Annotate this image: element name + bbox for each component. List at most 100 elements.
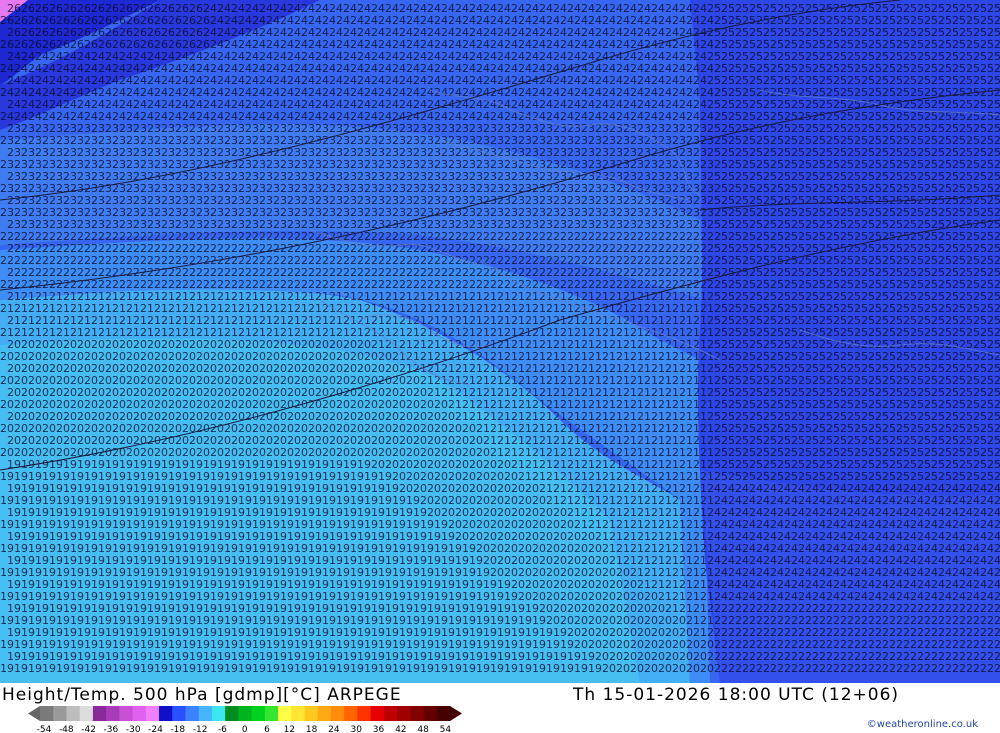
colorbar-swatch [106,706,120,721]
colorbar-swatch [410,706,424,721]
temperature-label: 19 [98,662,112,675]
colorbar-swatch [92,706,107,721]
temperature-label: 19 [532,662,546,675]
colorbar-tick-label: 24 [328,725,340,733]
colorbar-swatch [330,706,345,721]
colorbar-swatch [198,706,213,721]
colorbar-swatch [304,706,319,721]
temperature-label: 19 [462,662,476,675]
colorbar-tick-label: -54 [37,725,52,733]
colorbar-swatch [317,706,332,721]
temperature-label: 19 [70,662,84,675]
temperature-label: 19 [336,662,350,675]
temperature-label: 19 [252,662,266,675]
temperature-label: 22 [812,662,826,675]
colorbar-tick-label: 42 [395,725,406,733]
temperature-label: 19 [378,662,392,675]
temperature-label: 19 [56,662,70,675]
colorbar-swatch [291,706,305,721]
temperature-label: 19 [112,662,126,675]
colorbar-arrow-right [450,706,462,721]
temperature-label: 19 [560,662,574,675]
colorbar-swatch [185,706,200,721]
colorbar-swatch [251,706,266,721]
temperature-label: 19 [476,662,490,675]
temperature-label: 22 [896,662,910,675]
temperature-label: 22 [756,662,770,675]
weather-map: 26 26 26 26 26 26 26 26 26 26 26 26 26 26 24 24 24 24 24 24… [0,0,1000,683]
colorbar-swatch [53,706,67,721]
temperature-label: 19 [0,662,14,675]
temperature-label: 19 [154,662,168,675]
colorbar-swatch [79,706,94,721]
colorbar-tick-label: -30 [126,725,141,733]
temperature-label: 19 [238,662,252,675]
colorbar-swatch [278,706,292,721]
colorbar-tick-label: 54 [440,725,452,733]
temperature-label: 22 [742,662,756,675]
temperature-label: 19 [224,662,238,675]
temperature-label: 19 [364,662,378,675]
temperature-label: 22 [882,662,896,675]
temperature-label: 19 [546,662,560,675]
temperature-label: 19 [28,662,42,675]
colorbar-tick-label: -18 [170,725,185,733]
temperature-label: 22 [910,662,924,675]
colorbar-tick-label: 36 [373,725,385,733]
colorbar-swatch [397,706,411,721]
footer: Height/Temp. 500 hPa [gdmp][°C] ARPEGE T… [0,683,1000,733]
temperature-label: 19 [392,662,406,675]
temperature-label: 22 [770,662,784,675]
temperature-label: 22 [966,662,980,675]
temperature-labels: 26 26 26 26 26 26 26 26 26 26 26 26 26 26 24 24 24 24 24 24… [0,2,1000,675]
temperature-label: 19 [308,662,322,675]
temperature-label: 22 [994,662,1000,675]
temperature-label: 22 [938,662,952,675]
temperature-label: 22 [854,662,868,675]
color-scale-bar [28,706,462,721]
temperature-label: 19 [490,662,504,675]
colorbar-tick-label: -24 [148,725,163,733]
colorbar-swatch [238,706,253,721]
temperature-label: 20 [630,662,644,675]
temperature-label: 20 [658,662,672,675]
temperature-label: 19 [126,662,140,675]
temperature-label: 22 [784,662,798,675]
colorbar-swatch [40,706,54,721]
temperature-label: 20 [700,662,714,675]
temperature-label: 19 [294,662,308,675]
valid-time: Th 15-01-2026 18:00 UTC (12+06) [573,685,900,705]
colorbar-swatch [145,706,160,721]
temperature-label: 22 [826,662,840,675]
temperature-label: 20 [616,662,630,675]
colorbar-swatch [344,706,358,721]
temperature-label: 22 [840,662,854,675]
temperature-label: 19 [14,662,28,675]
temperature-label: 19 [588,662,602,675]
temperature-label: 19 [168,662,182,675]
credit-link[interactable]: ©weatheronline.co.uk [867,719,978,730]
colorbar-tick-label: -12 [193,725,208,733]
temperature-label: 22 [980,662,994,675]
temperature-label: 19 [420,662,434,675]
colorbar-swatch [225,706,239,721]
temperature-label: 19 [434,662,448,675]
temperature-label: 19 [504,662,518,675]
temperature-label: 22 [714,662,728,675]
temperature-label: 22 [868,662,882,675]
colorbar-swatch [370,706,385,721]
temperature-label: 19 [350,662,364,675]
temperature-label: 19 [196,662,210,675]
temperature-label: 19 [210,662,224,675]
colorbar-tick-label: -36 [104,725,119,733]
colorbar-swatch [211,706,226,721]
temperature-label: 19 [406,662,420,675]
temperature-label: 22 [798,662,812,675]
colorbar-tick-label: 12 [284,725,295,733]
temperature-label: 19 [42,662,56,675]
colorbar-tick-label: -6 [218,725,227,733]
map-title: Height/Temp. 500 hPa [gdmp][°C] ARPEGE [2,685,402,705]
color-scale-labels: -54 -48 -42 -36 -30 -24 -18 -12 -6 0 6 12 18 24 30 36 42… [37,725,452,733]
colorbar-swatch [119,706,133,721]
colorbar-swatch [357,706,372,721]
